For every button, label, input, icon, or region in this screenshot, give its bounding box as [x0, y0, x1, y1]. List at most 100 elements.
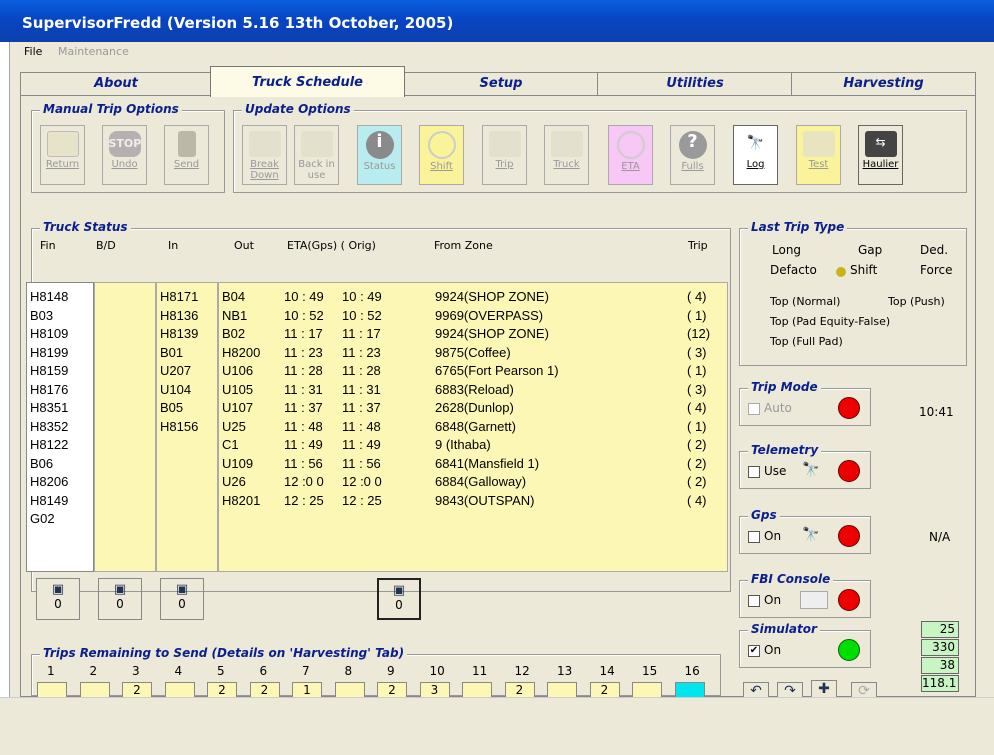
shift-button[interactable]: Shift: [419, 125, 464, 185]
zone-cell: 9875(Coffee): [435, 344, 511, 360]
gps-on-checkbox[interactable]: On: [748, 529, 781, 543]
out-cell: U106: [222, 363, 254, 378]
orig-cell: 11 : 48: [342, 418, 381, 434]
in-cell: U207: [160, 363, 192, 378]
eta-cell: 11 : 31: [284, 381, 323, 397]
in-cell: B01: [160, 344, 184, 360]
trip-mode-led: [838, 397, 860, 419]
trip-number-label: 8: [344, 664, 353, 678]
opt-top-pad-equity[interactable]: Top (Pad Equity-False): [770, 315, 890, 328]
in-cell: H8136: [160, 307, 199, 323]
truck-button[interactable]: Truck: [544, 125, 589, 185]
trip-number-label: 16: [684, 664, 700, 678]
group-title: Update Options: [242, 102, 354, 116]
trip-cell: ( 3): [687, 381, 707, 397]
break-down-button[interactable]: Break Down: [242, 125, 287, 185]
eta-button[interactable]: ETA: [608, 125, 653, 185]
camera-button-1[interactable]: ▣ 0: [36, 578, 80, 620]
trip-number-label: 7: [302, 664, 310, 678]
trip-truck-icon: [488, 131, 521, 157]
eta-cell: 11 : 23: [284, 344, 323, 360]
watch-icon: [616, 131, 645, 159]
eta-cell: 11 : 56: [284, 455, 323, 471]
fbi-console-group: FBI Console On: [739, 572, 871, 618]
fin-cell: H8122: [30, 437, 69, 452]
auto-checkbox[interactable]: Auto: [748, 401, 792, 415]
log-button[interactable]: 🔭 Log: [733, 125, 778, 185]
tab-utilities[interactable]: Utilities: [597, 72, 793, 96]
eta-cell: 11 : 48: [284, 418, 323, 434]
simulator-group: Simulator ✔ On: [739, 622, 871, 668]
trip-number-label: 2: [89, 664, 98, 678]
trip-mode-time: 10:41: [919, 405, 954, 419]
trip-button[interactable]: Trip: [482, 125, 527, 185]
orig-cell: 11 : 49: [342, 437, 381, 452]
col-header-in: In: [168, 239, 179, 252]
return-button[interactable]: Return: [40, 125, 85, 185]
camera-button-2[interactable]: ▣ 0: [98, 578, 142, 620]
out-cell: U107: [222, 400, 254, 415]
undo-button[interactable]: STOP Undo: [102, 125, 147, 185]
trip-cell: ( 2): [687, 455, 707, 471]
window-titlebar: SupervisorFredd (Version 5.16 13th Octob…: [0, 0, 994, 42]
opt-top-full-pad[interactable]: Top (Full Pad): [770, 335, 843, 348]
camera-button-3[interactable]: ▣ 0: [160, 578, 204, 620]
simulator-on-checkbox[interactable]: ✔ On: [748, 643, 781, 657]
camera-icon: ▣: [113, 582, 127, 597]
opt-top-push[interactable]: Top (Push): [888, 295, 945, 308]
stopwatch-icon: [427, 131, 456, 159]
tab-about[interactable]: About: [20, 72, 212, 96]
handshake-icon: [802, 131, 835, 157]
fulls-button[interactable]: ? Fulls: [670, 125, 715, 185]
opt-gap[interactable]: Gap: [858, 243, 882, 257]
fin-cell: H8199: [30, 344, 69, 360]
opt-shift[interactable]: Shift: [850, 263, 877, 277]
out-cell: B02: [222, 326, 246, 341]
menu-maintenance[interactable]: Maintenance: [58, 45, 129, 58]
eta-cell: 11 : 28: [284, 363, 323, 378]
window-title: SupervisorFredd (Version 5.16 13th Octob…: [22, 14, 454, 32]
opt-top-normal[interactable]: Top (Normal): [770, 295, 840, 308]
opt-defacto[interactable]: Defacto: [770, 263, 817, 277]
haulier-button[interactable]: ⇆ Haulier: [858, 125, 903, 185]
gps-status: N/A: [929, 530, 951, 544]
zone-cell: 9 (Ithaba): [435, 437, 491, 452]
group-title: Simulator: [748, 622, 820, 636]
out-cell: H8201: [222, 492, 261, 508]
bd-list[interactable]: [94, 282, 156, 572]
opt-force[interactable]: Force: [920, 263, 952, 277]
trip-number-label: 12: [514, 664, 530, 678]
menu-file[interactable]: File: [24, 45, 42, 58]
telemetry-use-checkbox[interactable]: Use: [748, 464, 786, 478]
binoculars-icon[interactable]: 🔭: [802, 527, 819, 543]
orig-cell: 11 : 37: [342, 400, 381, 415]
opt-ded[interactable]: Ded.: [920, 243, 948, 257]
trip-number-label: 6: [259, 664, 268, 678]
camera-icon: ▣: [175, 582, 189, 597]
handshake-icon[interactable]: [800, 591, 828, 609]
tab-harvesting[interactable]: Harvesting: [791, 72, 976, 96]
back-in-use-button[interactable]: Back in use: [294, 125, 339, 185]
trip-number-label: 3: [132, 664, 140, 678]
truck-icon: [248, 131, 281, 157]
group-title: Trips Remaining to Send (Details on 'Har…: [40, 646, 408, 660]
status-button[interactable]: i Status: [357, 125, 402, 185]
opt-long[interactable]: Long: [772, 243, 801, 257]
send-button[interactable]: Send: [164, 125, 209, 185]
camera-button-4[interactable]: ▣ 0: [377, 578, 421, 620]
zone-cell: 9924(SHOP ZONE): [435, 326, 549, 341]
orig-cell: 11 : 28: [342, 363, 381, 378]
test-button[interactable]: Test: [796, 125, 841, 185]
fbi-on-checkbox[interactable]: On: [748, 593, 781, 607]
col-header-fin: Fin: [40, 239, 56, 252]
tab-truck-schedule[interactable]: Truck Schedule: [210, 66, 405, 97]
tab-setup[interactable]: Setup: [403, 72, 599, 96]
binoculars-icon[interactable]: 🔭: [802, 462, 819, 478]
green-value-4: 118.1: [921, 675, 959, 692]
truck-icon: [550, 131, 583, 157]
gps-group: Gps On 🔭: [739, 508, 871, 554]
col-header-zone: From Zone: [434, 239, 493, 252]
stop-icon: STOP: [108, 131, 141, 157]
trip-number-label: 9: [387, 664, 395, 678]
trip-number-label: 13: [557, 664, 573, 678]
